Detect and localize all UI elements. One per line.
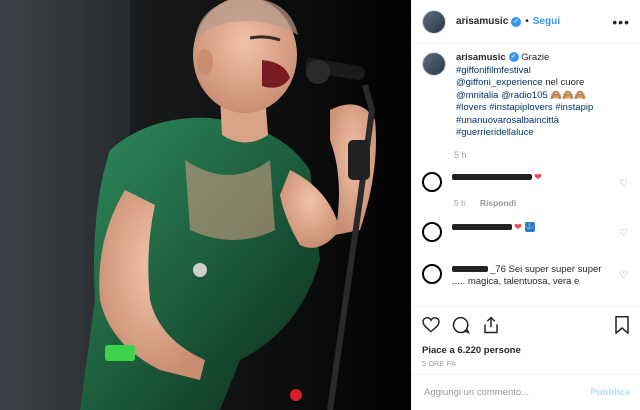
hashtag-link[interactable]: #unanuovarosalbaincittà bbox=[456, 115, 559, 126]
like-comment-heart-icon[interactable]: ♡ bbox=[619, 178, 628, 189]
save-bookmark-icon[interactable] bbox=[614, 316, 630, 334]
verified-badge-icon: ✓ bbox=[511, 16, 522, 27]
caption-avatar[interactable] bbox=[422, 52, 446, 76]
reply-button[interactable]: Rispondi bbox=[480, 198, 516, 208]
caption-time: 5 h bbox=[454, 149, 467, 160]
caption-username[interactable]: arisamusic bbox=[456, 52, 506, 63]
comments-list[interactable]: arisamusic ✓ Grazie #giffonifilmfestival … bbox=[412, 44, 640, 314]
heart-emoji-icon: ❤ bbox=[514, 221, 522, 233]
like-heart-icon[interactable] bbox=[422, 317, 440, 333]
author-avatar[interactable] bbox=[422, 9, 446, 34]
post-side-panel: arisamusic ✓ • Segui ••• arisamusic ✓ Gra… bbox=[411, 0, 640, 410]
mention-link[interactable]: @giffoni_experience bbox=[456, 77, 543, 88]
caption-word: nel cuore bbox=[545, 77, 585, 88]
hashtag-link[interactable]: #giffonifilmfestival bbox=[456, 65, 531, 76]
share-icon[interactable] bbox=[482, 316, 500, 334]
anchor-emoji-icon: ⚓ bbox=[524, 221, 535, 232]
mention-link[interactable]: @mnitalia bbox=[456, 90, 498, 101]
comment-item: ❤ ⚓ ♡ bbox=[422, 221, 630, 242]
author-username[interactable]: arisamusic bbox=[456, 16, 508, 27]
heart-emoji-icon: ❤ bbox=[534, 171, 542, 183]
verified-badge-icon: ✓ bbox=[508, 52, 519, 63]
comment-item: _76 Sei super super super ..... magica, … bbox=[422, 263, 630, 288]
post-photo[interactable] bbox=[0, 0, 411, 410]
comment-meta: 5 h Rispondi bbox=[454, 198, 630, 208]
mention-link[interactable]: @radio105 bbox=[501, 90, 548, 101]
comment-body: ❤ ⚓ bbox=[452, 222, 607, 234]
redacted-username-scribble bbox=[452, 173, 532, 180]
comment-time: 5 h bbox=[454, 197, 466, 208]
post-timestamp: 5 ORE FA bbox=[422, 361, 456, 368]
hashtag-link[interactable]: #guerrieridellaluce bbox=[456, 127, 534, 138]
comment-bubble-icon[interactable] bbox=[452, 316, 470, 334]
publish-button[interactable]: Pubblica bbox=[590, 387, 630, 398]
header-separator: • bbox=[525, 16, 529, 27]
follow-button[interactable]: Segui bbox=[533, 16, 560, 27]
redacted-username-scribble bbox=[452, 265, 488, 272]
caption-word: Grazie bbox=[521, 52, 550, 63]
hashtag-link[interactable]: #instapiplovers bbox=[489, 102, 552, 113]
add-comment-bar: Pubblica bbox=[412, 374, 640, 410]
monkey-emoji-icon: 🙈🙈🙈 bbox=[550, 89, 586, 101]
post-caption: arisamusic ✓ Grazie #giffonifilmfestival … bbox=[422, 52, 630, 140]
commenter-avatar[interactable] bbox=[422, 263, 442, 284]
caption-text: arisamusic ✓ Grazie #giffonifilmfestival … bbox=[456, 52, 593, 140]
comment-body: _76 Sei super super super ..... magica, … bbox=[452, 264, 607, 288]
singer-photo bbox=[0, 0, 411, 410]
likes-count[interactable]: Piace a 6.220 persone bbox=[422, 345, 630, 356]
hashtag-link[interactable]: #lovers bbox=[456, 102, 487, 113]
post-header: arisamusic ✓ • Segui ••• bbox=[412, 0, 640, 44]
comment-body: ❤ bbox=[452, 172, 607, 184]
redacted-username-scribble bbox=[452, 223, 512, 230]
comment-item: ❤ ♡ bbox=[422, 171, 630, 192]
like-comment-heart-icon[interactable]: ♡ bbox=[619, 270, 628, 281]
comment-input[interactable] bbox=[422, 386, 576, 399]
hashtag-link[interactable]: #instapip bbox=[555, 102, 593, 113]
commenter-avatar[interactable] bbox=[422, 221, 442, 242]
instagram-post: arisamusic ✓ • Segui ••• arisamusic ✓ Gra… bbox=[0, 0, 640, 410]
commenter-avatar[interactable] bbox=[422, 171, 442, 192]
action-icons bbox=[422, 315, 630, 335]
post-actions: Piace a 6.220 persone 5 ORE FA bbox=[412, 306, 640, 368]
comment-username[interactable]: _76 bbox=[490, 264, 506, 275]
more-options-icon[interactable]: ••• bbox=[612, 14, 630, 30]
like-comment-heart-icon[interactable]: ♡ bbox=[619, 228, 628, 239]
